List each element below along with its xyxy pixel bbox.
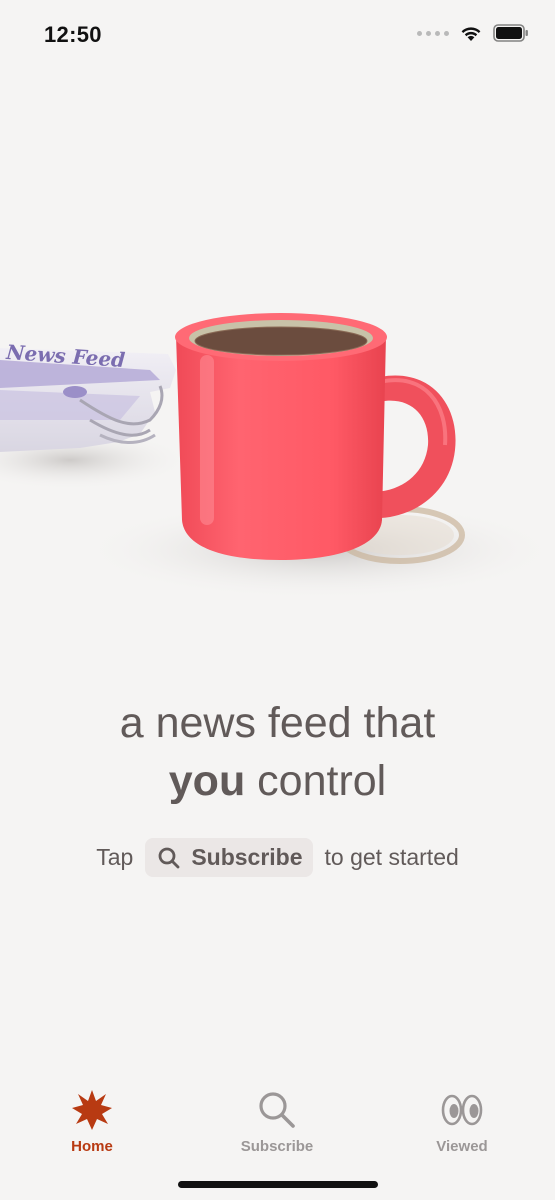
tab-bar: Home Subscribe Viewed: [0, 1080, 555, 1170]
headline: a news feed that you control: [0, 694, 555, 810]
search-icon: [158, 847, 180, 868]
headline-emphasis: you: [168, 757, 246, 805]
cellular-signal-icon: [417, 30, 449, 36]
status-time: 12:50: [44, 22, 102, 47]
tab-home-label: Home: [71, 1138, 113, 1155]
tab-subscribe-label: Subscribe: [240, 1138, 314, 1155]
tab-home[interactable]: Home: [22, 1088, 162, 1155]
subscribe-chip[interactable]: Subscribe: [145, 838, 313, 877]
battery-icon: [493, 24, 528, 42]
home-indicator[interactable]: [178, 1181, 378, 1188]
status-icons: [417, 24, 529, 42]
headline-line-1: a news feed that: [119, 699, 436, 747]
search-icon: [259, 1092, 295, 1128]
eyes-icon: [441, 1094, 483, 1126]
hint-suffix: to get started: [324, 844, 459, 870]
status-bar: 12:50: [0, 0, 555, 70]
subscribe-chip-label: Subscribe: [191, 844, 303, 870]
tab-subscribe[interactable]: Subscribe: [207, 1088, 347, 1155]
hero-illustration: News Feed: [0, 220, 555, 640]
home-star-icon: [72, 1090, 112, 1130]
newspaper-graphic: News Feed: [0, 340, 176, 452]
headline-line-2-rest: control: [245, 757, 387, 805]
coffee-and-newspaper-illustration: News Feed: [0, 313, 555, 600]
wifi-icon: [461, 27, 481, 41]
app-screen: 12:50 News Feed a news feed that you con…: [0, 0, 555, 1200]
tab-viewed-label: Viewed: [436, 1138, 488, 1155]
tab-viewed[interactable]: Viewed: [392, 1088, 532, 1155]
get-started-hint: Tap Subscribe to get started: [0, 838, 555, 877]
headline-line-2: you control: [0, 752, 555, 810]
hint-prefix: Tap: [96, 844, 134, 870]
